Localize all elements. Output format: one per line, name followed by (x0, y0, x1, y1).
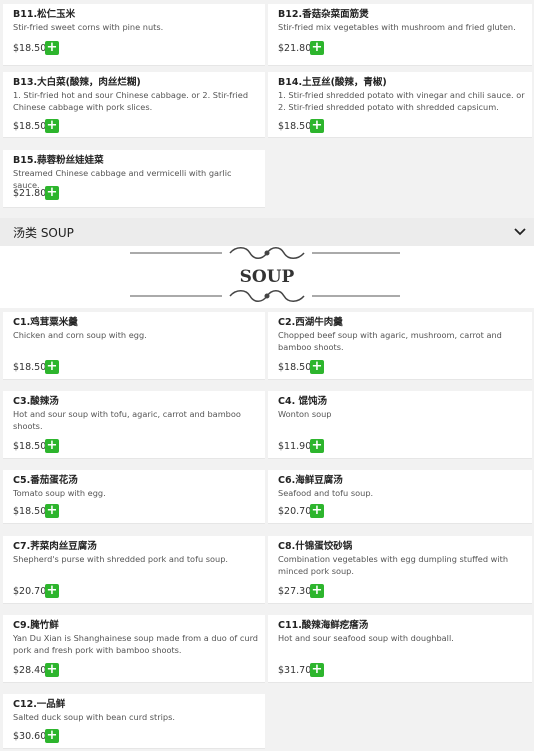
ornament-divider-icon: SOUP (130, 247, 400, 302)
item-description: 1. Stir-fried hot and sour Chinese cabba… (13, 90, 249, 112)
item-description: Stir-fried sweet corns with pine nuts. (13, 22, 164, 32)
item-description: Hot and sour seafood soup with doughball… (278, 633, 454, 643)
menu-item-card[interactable]: C4. 馄饨汤 Wonton soup $11.90 + (268, 391, 532, 459)
add-to-cart-button[interactable]: + (45, 663, 59, 677)
item-name: C7.荠菜肉丝豆腐汤 (13, 541, 97, 552)
add-to-cart-button[interactable]: + (310, 41, 324, 55)
item-name: C1.鸡茸粟米羹 (13, 317, 78, 328)
item-name: C8.什锦蛋饺砂锅 (278, 541, 353, 552)
add-to-cart-button[interactable]: + (45, 41, 59, 55)
menu-item-card[interactable]: B15.蒜蓉粉丝娃娃菜 Streamed Chinese cabbage and… (3, 150, 265, 208)
item-description: Shepherd's purse with shredded pork and … (13, 554, 229, 564)
menu-item-card[interactable]: B12.香菇杂菜面筋煲 Stir-fried mix vegetables wi… (268, 4, 532, 66)
item-description: Seafood and tofu soup. (278, 488, 374, 498)
item-price: $28.40 (13, 664, 47, 676)
item-description: Hot and sour soup with tofu, agaric, car… (13, 409, 241, 431)
item-name: B13.大白菜(酸辣，肉丝烂糊) (13, 77, 141, 88)
item-price: $11.90 (278, 440, 312, 452)
menu-item-card[interactable]: C3.酸辣汤 Hot and sour soup with tofu, agar… (3, 391, 265, 459)
menu-item-card[interactable]: C6.海鲜豆腐汤 Seafood and tofu soup. $20.70 + (268, 470, 532, 524)
item-name: C4. 馄饨汤 (278, 396, 327, 407)
item-price: $18.50 (278, 120, 312, 132)
add-to-cart-button[interactable]: + (45, 584, 59, 598)
add-to-cart-button[interactable]: + (45, 504, 59, 518)
menu-item-card[interactable]: B14.土豆丝(酸辣，青椒) 1. Stir-fried shredded po… (268, 72, 532, 138)
add-to-cart-button[interactable]: + (45, 439, 59, 453)
add-to-cart-button[interactable]: + (310, 439, 324, 453)
item-name: C11.酸辣海鲜疙瘩汤 (278, 620, 369, 631)
item-name: C2.西湖牛肉羹 (278, 317, 343, 328)
item-price: $18.50 (13, 440, 47, 452)
item-price: $18.50 (13, 361, 47, 373)
item-price: $21.80 (278, 42, 312, 54)
item-description: Chopped beef soup with agaric, mushroom,… (278, 330, 502, 352)
add-to-cart-button[interactable]: + (310, 360, 324, 374)
chevron-down-icon[interactable] (506, 218, 534, 246)
item-price: $31.70 (278, 664, 312, 676)
menu-item-card[interactable]: B11.松仁玉米 Stir-fried sweet corns with pin… (3, 4, 265, 66)
item-name: C3.酸辣汤 (13, 396, 59, 407)
item-name: B14.土豆丝(酸辣，青椒) (278, 77, 387, 88)
menu-item-card[interactable]: C8.什锦蛋饺砂锅 Combination vegetables with eg… (268, 536, 532, 604)
item-name: C5.番茄蛋花汤 (13, 475, 78, 486)
menu-item-card[interactable]: C1.鸡茸粟米羹 Chicken and corn soup with egg.… (3, 312, 265, 380)
item-description: 1. Stir-fried shredded potato with vineg… (278, 90, 525, 112)
item-price: $20.70 (278, 505, 312, 517)
add-to-cart-button[interactable]: + (310, 584, 324, 598)
item-name: C9.腌竹鲜 (13, 620, 59, 631)
item-price: $18.50 (13, 120, 47, 132)
add-to-cart-button[interactable]: + (310, 504, 324, 518)
item-name: B15.蒜蓉粉丝娃娃菜 (13, 155, 104, 166)
item-description: Chicken and corn soup with egg. (13, 330, 147, 340)
section-header-soup[interactable]: 汤类 SOUP (0, 218, 534, 246)
item-description: Tomato soup with egg. (13, 488, 106, 498)
item-price: $18.50 (13, 505, 47, 517)
menu-item-card[interactable]: C7.荠菜肉丝豆腐汤 Shepherd's purse with shredde… (3, 536, 265, 604)
add-to-cart-button[interactable]: + (45, 119, 59, 133)
item-description: Stir-fried mix vegetables with mushroom … (278, 22, 516, 32)
item-description: Salted duck soup with bean curd strips. (13, 712, 175, 722)
item-price: $18.50 (13, 42, 47, 54)
item-name: B11.松仁玉米 (13, 9, 76, 20)
item-description: Yan Du Xian is Shanghainese soup made fr… (13, 633, 258, 655)
item-price: $21.80 (13, 187, 47, 199)
menu-item-card[interactable]: C2.西湖牛肉羹 Chopped beef soup with agaric, … (268, 312, 532, 380)
item-price: $20.70 (13, 585, 47, 597)
item-name: B12.香菇杂菜面筋煲 (278, 9, 369, 20)
item-name: C12.一品鲜 (13, 699, 66, 710)
section-title: 汤类 SOUP (13, 225, 74, 240)
banner-title: SOUP (240, 267, 295, 287)
menu-item-card[interactable]: B13.大白菜(酸辣，肉丝烂糊) 1. Stir-fried hot and s… (3, 72, 265, 138)
item-description: Wonton soup (278, 409, 332, 419)
item-price: $30.60 (13, 730, 47, 742)
menu-item-card[interactable]: C12.一品鲜 Salted duck soup with bean curd … (3, 694, 265, 749)
add-to-cart-button[interactable]: + (45, 729, 59, 743)
menu-item-card[interactable]: C5.番茄蛋花汤 Tomato soup with egg. $18.50 + (3, 470, 265, 524)
item-price: $18.50 (278, 361, 312, 373)
section-banner: SOUP (0, 246, 534, 308)
item-price: $27.30 (278, 585, 312, 597)
add-to-cart-button[interactable]: + (310, 119, 324, 133)
add-to-cart-button[interactable]: + (45, 360, 59, 374)
add-to-cart-button[interactable]: + (310, 663, 324, 677)
menu-item-card[interactable]: C9.腌竹鲜 Yan Du Xian is Shanghainese soup … (3, 615, 265, 683)
add-to-cart-button[interactable]: + (45, 186, 59, 200)
item-description: Combination vegetables with egg dumpling… (278, 554, 509, 576)
item-name: C6.海鲜豆腐汤 (278, 475, 343, 486)
menu-item-card[interactable]: C11.酸辣海鲜疙瘩汤 Hot and sour seafood soup wi… (268, 615, 532, 683)
